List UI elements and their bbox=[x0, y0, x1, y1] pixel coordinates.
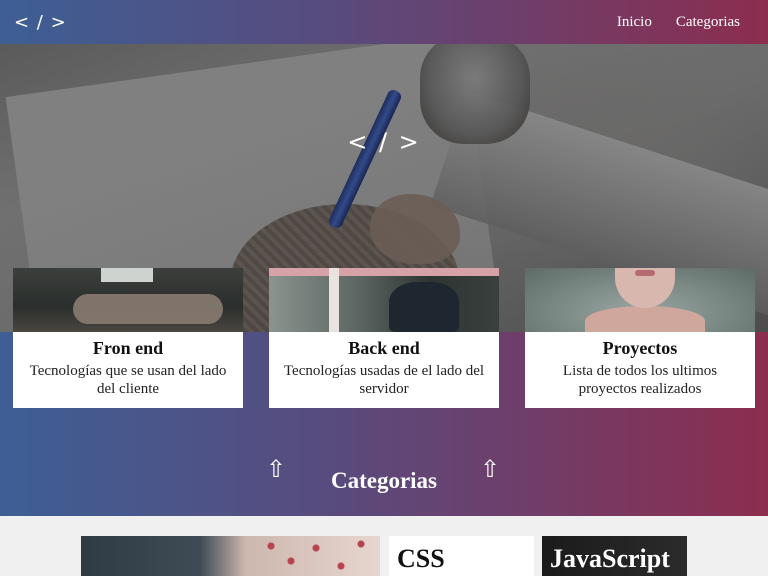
category-tile-photo[interactable] bbox=[81, 536, 380, 576]
category-tile-css[interactable]: CSS bbox=[389, 536, 534, 576]
person-shape bbox=[389, 282, 459, 332]
nav-link-inicio[interactable]: Inicio bbox=[617, 14, 652, 31]
cards-row: Fron end Tecnologías que se usan del lad… bbox=[13, 268, 755, 408]
lips-shape bbox=[635, 270, 655, 276]
window-shape bbox=[101, 268, 153, 282]
nav-links: Inicio Categorias bbox=[617, 14, 740, 31]
shoulders-shape bbox=[585, 306, 705, 332]
person-shape bbox=[73, 294, 223, 324]
brand-logo[interactable]: < / > bbox=[14, 12, 67, 33]
category-tile-label: CSS bbox=[397, 544, 445, 573]
card-title: Back end bbox=[348, 338, 420, 358]
card-image bbox=[13, 268, 243, 332]
navbar: < / > Inicio Categorias bbox=[0, 0, 768, 44]
category-tile-label: JavaScript bbox=[550, 544, 670, 573]
scroll-up-arrow-icon[interactable]: ⇧ bbox=[480, 455, 500, 483]
card-image bbox=[269, 268, 499, 332]
card-back-end[interactable]: Back end Tecnologías usadas de el lado d… bbox=[269, 268, 499, 408]
floral-pattern-shape bbox=[261, 536, 380, 576]
category-tile-javascript[interactable]: JavaScript bbox=[542, 536, 687, 576]
card-front-end[interactable]: Fron end Tecnologías que se usan del lad… bbox=[13, 268, 243, 408]
card-image bbox=[525, 268, 755, 332]
categorias-heading: Categorias bbox=[330, 468, 438, 493]
card-title: Fron end bbox=[92, 338, 164, 358]
nav-link-categorias[interactable]: Categorias bbox=[676, 14, 740, 31]
card-text: Tecnologías que se usan del lado del cli… bbox=[29, 363, 227, 397]
card-title: Proyectos bbox=[602, 338, 678, 358]
category-tiles: CSS JavaScript bbox=[0, 536, 768, 576]
card-text: Tecnologías usadas de el lado del servid… bbox=[283, 363, 485, 397]
card-proyectos[interactable]: Proyectos Lista de todos los ultimos pro… bbox=[525, 268, 755, 408]
curtain-shape bbox=[269, 268, 499, 276]
card-text: Lista de todos los ultimos proyectos rea… bbox=[562, 363, 718, 397]
hero-title: < / > bbox=[347, 128, 421, 156]
window-frame-shape bbox=[329, 268, 339, 332]
